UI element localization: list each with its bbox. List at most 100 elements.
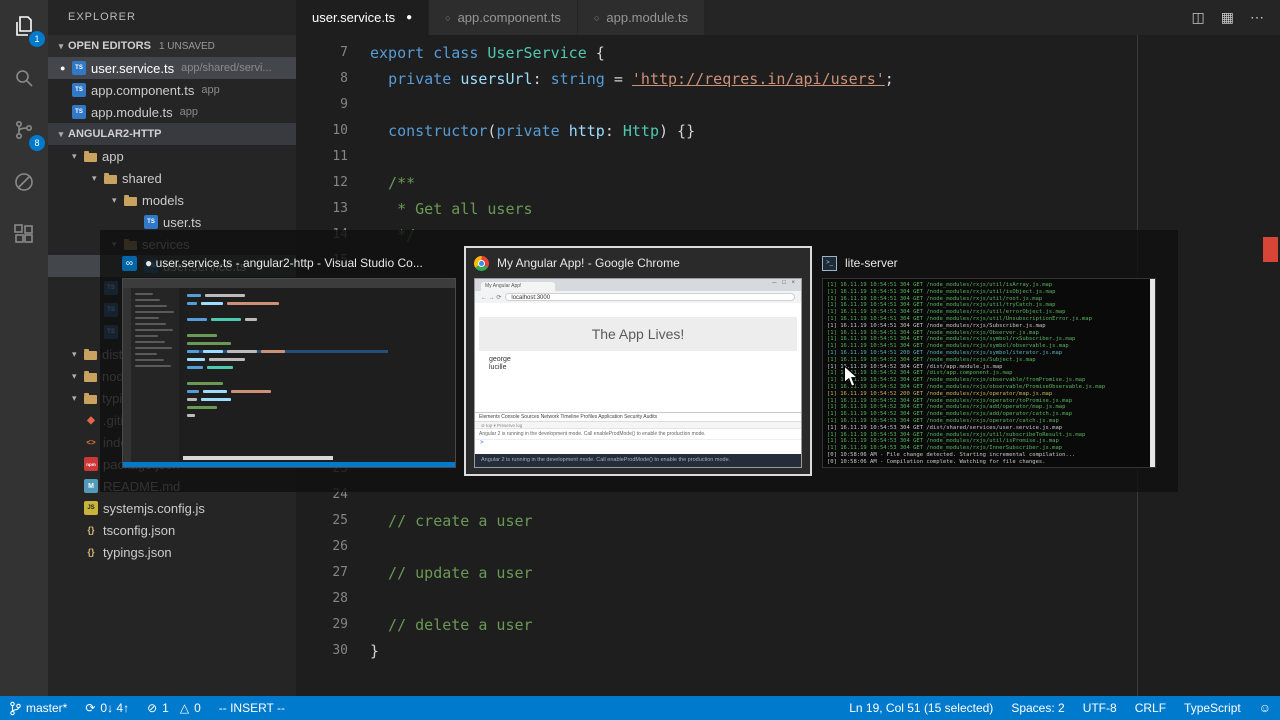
git-sync-status[interactable]: ⟳ 0↓ 4↑ <box>76 696 138 720</box>
open-editor-item[interactable]: ● TS user.service.ts app/shared/servi... <box>48 57 296 79</box>
code-line[interactable] <box>370 586 1280 612</box>
code-line[interactable]: // create a user <box>370 508 1280 534</box>
address-bar: ← → ⟳ localhost:3000 <box>475 291 801 303</box>
branch-icon <box>10 701 21 715</box>
ts-icon: TS <box>144 215 158 229</box>
tree-item-typings-json[interactable]: {} typings.json <box>48 541 296 563</box>
vim-mode-indicator[interactable]: -- INSERT -- <box>210 696 294 720</box>
file-path: app <box>201 84 220 96</box>
code-line[interactable]: * Get all users <box>370 196 1280 222</box>
folder-icon <box>84 392 97 404</box>
search-icon[interactable] <box>10 64 38 92</box>
eol-status[interactable]: CRLF <box>1126 696 1175 720</box>
extensions-icon[interactable] <box>10 220 38 248</box>
code-line[interactable]: constructor(private http: Http) {} <box>370 118 1280 144</box>
window-switcher-overlay: ∞ ● user.service.ts - angular2-http - Vi… <box>100 230 1178 492</box>
window-preview-chrome[interactable]: My Angular App! - Google Chrome My Angul… <box>464 246 812 476</box>
tree-item-tsconfig-json[interactable]: {} tsconfig.json <box>48 519 296 541</box>
scrollbar-error-marker <box>1263 237 1278 262</box>
chrome-thumbnail: My Angular App! ─ □ × ← → ⟳ localhost:30… <box>474 278 802 468</box>
code-line[interactable] <box>370 534 1280 560</box>
code-line[interactable]: } <box>370 638 1280 664</box>
line-number: 12 <box>332 175 348 190</box>
mini-activitybar <box>123 288 131 467</box>
explorer-badge: 1 <box>29 31 45 47</box>
tree-item-app[interactable]: ▾ app <box>48 145 296 167</box>
tab-label: app.component.ts <box>457 10 561 25</box>
line-number: 29 <box>332 617 348 632</box>
console-message: Angular 2 is running in the development … <box>475 429 801 440</box>
tab-app-module-ts[interactable]: ○ app.module.ts <box>577 0 706 35</box>
folder-icon <box>84 150 97 162</box>
source-control-icon[interactable]: 8 <box>10 116 45 151</box>
terminal-line: [1] 16.11.19 10:54:51 304 GET /node_modu… <box>827 288 1056 295</box>
ts-file-icon: TS <box>72 83 86 97</box>
code-line[interactable]: /** <box>370 170 1280 196</box>
npm-icon: npm <box>84 457 98 471</box>
mini-input-bar <box>183 456 333 460</box>
json-icon: {} <box>87 525 95 535</box>
url-field: localhost:3000 <box>505 293 795 301</box>
terminal-line: [1] 16.11.19 10:54:52 304 GET /node_modu… <box>827 356 1036 363</box>
console-icon: >_ <box>822 255 837 271</box>
encoding-status[interactable]: UTF-8 <box>1074 696 1126 720</box>
tree-item-shared[interactable]: ▾ shared <box>48 167 296 189</box>
layout-icon[interactable]: ▦ <box>1221 9 1234 26</box>
tree-item-models[interactable]: ▾ models <box>48 189 296 211</box>
window-preview-vscode[interactable]: ∞ ● user.service.ts - angular2-http - Vi… <box>114 248 464 474</box>
terminal-thumbnail: [1] 16.11.19 10:54:51 304 GET /node_modu… <box>822 278 1156 468</box>
user-item: lucille <box>489 364 507 371</box>
file-path: app <box>179 106 199 118</box>
sidebar-title: EXPLORER <box>68 11 136 23</box>
project-header[interactable]: ▾ ANGULAR2-HTTP <box>48 123 296 145</box>
terminal-line: [0] 10:58:06 AM - File change detected. … <box>827 451 1076 458</box>
dirty-indicator: ● <box>406 12 413 23</box>
window-title: My Angular App! - Google Chrome <box>497 256 680 270</box>
terminal-line: [1] 16.11.19 10:54:51 304 GET /node_modu… <box>827 302 1056 309</box>
indentation-status[interactable]: Spaces: 2 <box>1002 696 1073 720</box>
mini-editor <box>179 288 455 457</box>
devtools-filter-bar: ⊘ top ▾ Preserve log <box>475 422 801 429</box>
editor-actions: ◫ ▦ ⋯ <box>1192 0 1280 35</box>
terminal-scrollbar <box>1150 279 1155 467</box>
tab-app-component-ts[interactable]: ○ app.component.ts <box>429 0 578 35</box>
more-actions-icon[interactable]: ⋯ <box>1250 9 1264 26</box>
vscode-window: 1 8 EXPLORER ▾ OPEN EDITORS 1 UNSAVED ● T… <box>0 0 1280 720</box>
terminal-line: [1] 16.11.19 10:54:53 304 GET /dist/shar… <box>827 424 1063 431</box>
file-name: user.ts <box>163 214 202 230</box>
split-editor-icon[interactable]: ◫ <box>1192 9 1205 26</box>
file-name: user.service.ts <box>91 60 175 76</box>
code-line[interactable] <box>370 92 1280 118</box>
feedback-smiley-icon[interactable]: ☺ <box>1250 696 1280 720</box>
window-title: lite-server <box>845 256 898 270</box>
open-editors-header[interactable]: ▾ OPEN EDITORS 1 UNSAVED <box>48 35 296 57</box>
code-line[interactable]: export class UserService { <box>370 40 1280 66</box>
open-editor-item[interactable]: TS app.component.ts app <box>48 79 296 101</box>
terminal-output: [1] 16.11.19 10:54:51 304 GET /node_modu… <box>827 282 1145 466</box>
file-name: typings.json <box>103 544 172 560</box>
terminal-line: [1] 16.11.19 10:54:53 304 GET /node_modu… <box>827 445 1063 452</box>
tree-item-systemjs-config-js[interactable]: JS systemjs.config.js <box>48 497 296 519</box>
terminal-line: [1] 16.11.19 10:54:52 304 GET /dist/app.… <box>827 363 1003 370</box>
language-mode[interactable]: TypeScript <box>1175 696 1250 720</box>
terminal-line: [1] 16.11.19 10:54:51 304 GET /node_modu… <box>827 322 1046 329</box>
terminal-line: [1] 16.11.19 10:54:51 304 GET /node_modu… <box>827 336 1076 343</box>
open-editor-item[interactable]: TS app.module.ts app <box>48 101 296 123</box>
code-line[interactable]: // update a user <box>370 560 1280 586</box>
cursor-position[interactable]: Ln 19, Col 51 (15 selected) <box>840 696 1002 720</box>
code-line[interactable]: private usersUrl: string = 'http://reqre… <box>370 66 1280 92</box>
explorer-icon[interactable]: 1 <box>10 12 45 47</box>
git-branch-status[interactable]: master* <box>0 696 76 720</box>
code-line[interactable] <box>370 144 1280 170</box>
problems-status[interactable]: ⊘ 1 △ 0 <box>138 696 210 720</box>
activity-bar: 1 8 <box>0 0 48 696</box>
folder-icon <box>84 370 97 382</box>
window-controls: ─ □ × <box>772 280 797 286</box>
debug-icon[interactable] <box>10 168 38 196</box>
window-preview-lite-server[interactable]: >_ lite-server [1] 16.11.19 10:54:51 304… <box>814 248 1164 474</box>
git-icon: ◆ <box>87 414 95 426</box>
code-line[interactable]: // delete a user <box>370 612 1280 638</box>
tab-user-service-ts[interactable]: user.service.ts ● <box>296 0 430 35</box>
ts-file-icon: TS <box>72 105 86 119</box>
file-path: app/shared/servi... <box>181 62 272 74</box>
